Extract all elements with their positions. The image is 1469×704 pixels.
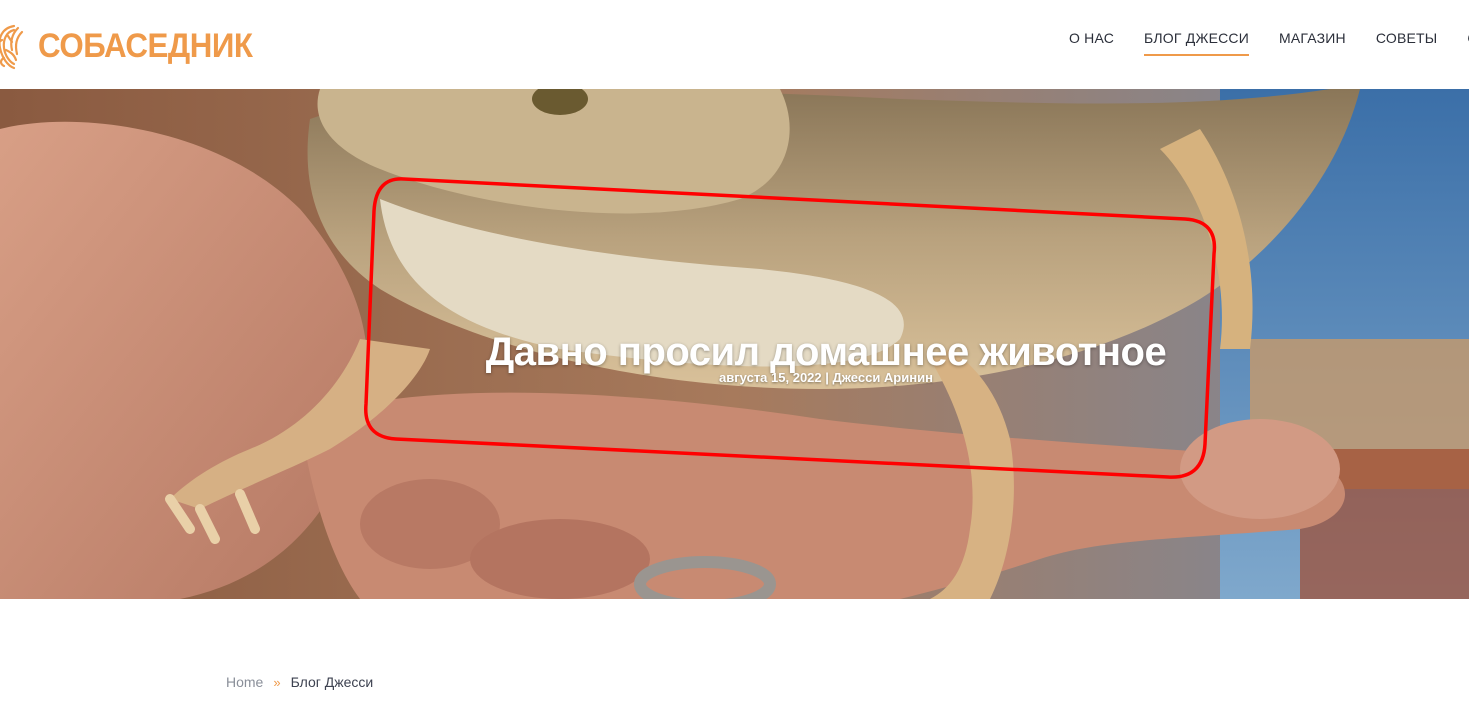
nav-item-shop[interactable]: МАГАЗИН: [1264, 0, 1361, 89]
lion-head-icon: [0, 24, 24, 70]
post-meta: августа 15, 2022 | Джесси Аринин: [719, 370, 933, 385]
post-title: Давно просил домашнее животное: [485, 329, 1167, 374]
nav-item-jessie-blog[interactable]: БЛОГ ДЖЕССИ: [1129, 0, 1264, 89]
breadcrumb-home-link[interactable]: Home: [226, 674, 263, 690]
breadcrumb-separator: »: [273, 674, 281, 690]
nav-item-about[interactable]: О НАС: [1054, 0, 1129, 89]
breadcrumb-current: Блог Джесси: [290, 674, 374, 690]
main-nav: О НАС БЛОГ ДЖЕССИ МАГАЗИН СОВЕТЫ СТА: [1054, 0, 1469, 89]
nav-item-tips[interactable]: СОВЕТЫ: [1361, 0, 1453, 89]
brand-name: СОБАСЕДНИК: [38, 27, 253, 65]
hero-banner: Давно просил домашнее животное августа 1…: [0, 89, 1469, 599]
site-logo[interactable]: СОБАСЕДНИК: [0, 20, 271, 72]
nav-item-articles[interactable]: СТА: [1452, 0, 1469, 89]
site-header: СОБАСЕДНИК О НАС БЛОГ ДЖЕССИ МАГАЗИН СОВ…: [0, 0, 1469, 89]
breadcrumb: Home » Блог Джесси: [226, 674, 373, 690]
